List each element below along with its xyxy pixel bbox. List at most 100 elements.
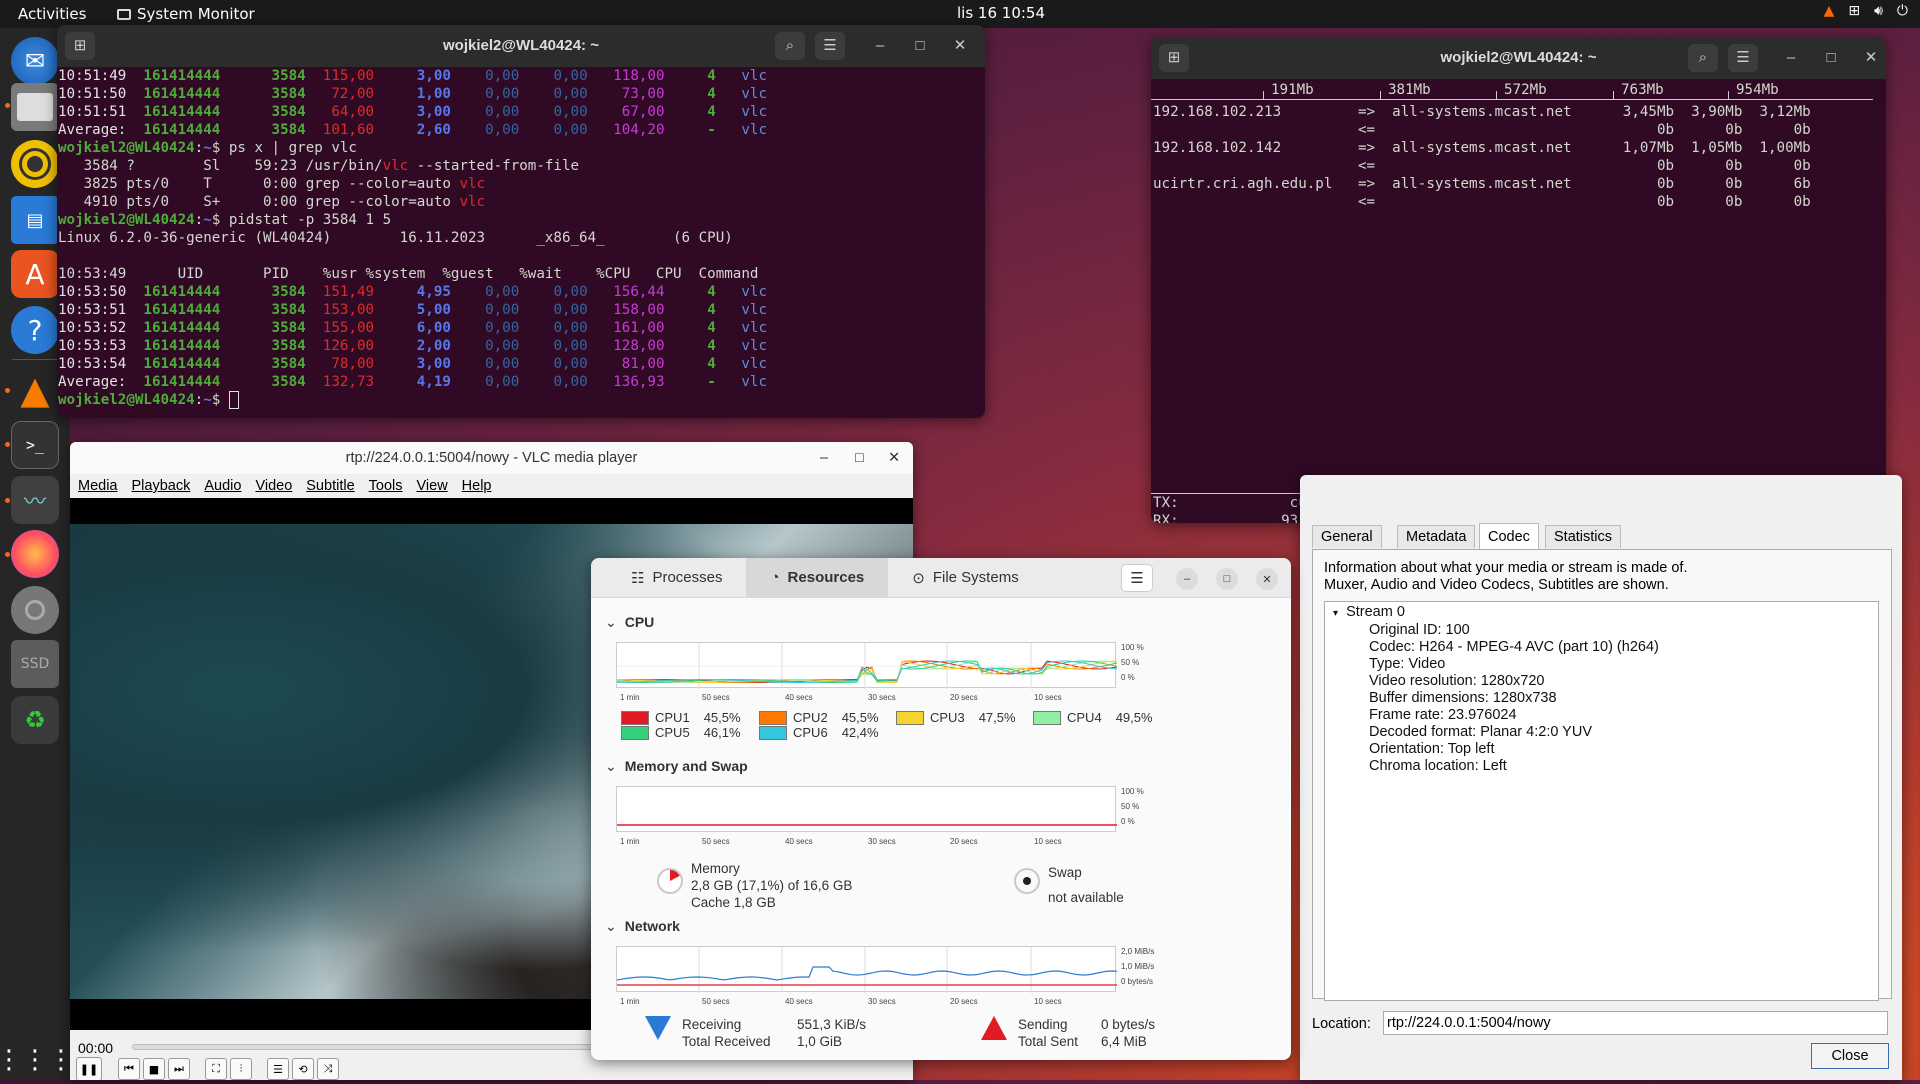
network-icon[interactable]: ⊞ [1848, 3, 1860, 19]
location-field[interactable] [1383, 1011, 1888, 1035]
minimize-button[interactable]: – [1176, 568, 1198, 590]
rhythmbox-icon[interactable] [11, 140, 59, 188]
cpu-legend-6[interactable]: CPU6 42,4% [759, 725, 879, 740]
cpu-legend-2[interactable]: CPU2 45,5% [759, 710, 879, 725]
close-button[interactable]: ✕ [888, 450, 900, 466]
menu-media[interactable]: Media [78, 478, 118, 494]
codec-property[interactable]: Orientation: Top left [1369, 741, 1878, 758]
media-information-dialog[interactable]: General Metadata Codec Statistics Informati… [1300, 475, 1902, 1080]
system-tray[interactable]: ▲ ⊞ 🔊︎ ⏻ [1824, 3, 1908, 19]
activities-button[interactable]: Activities [18, 5, 86, 23]
loop-button[interactable]: ⟲ [292, 1058, 314, 1080]
codec-tree[interactable]: ▾ Stream 0 Original ID: 100 Codec: H264 -… [1324, 601, 1879, 1001]
software-icon[interactable]: A [11, 250, 59, 298]
help-icon[interactable]: ? [11, 306, 59, 354]
codec-property[interactable]: Chroma location: Left [1369, 758, 1878, 775]
network-graph [616, 946, 1118, 993]
next-button[interactable]: ⏭ [168, 1058, 190, 1080]
close-button[interactable]: ✕ [1256, 568, 1278, 590]
cpu-legend-3[interactable]: CPU3 47,5% [896, 710, 1016, 725]
codec-property[interactable]: Buffer dimensions: 1280x738 [1369, 690, 1878, 707]
disk-icon[interactable] [11, 586, 59, 634]
vlc-menubar: Media Playback Audio Video Subtitle Tools View… [70, 474, 913, 498]
cpu-legend-1[interactable]: CPU1 45,5% [621, 710, 741, 725]
close-button[interactable]: ✕ [1856, 44, 1886, 72]
tab-codec[interactable]: Codec [1479, 523, 1539, 549]
volume-icon[interactable]: 🔊︎ [1874, 3, 1883, 19]
seek-bar[interactable] [132, 1044, 652, 1050]
menu-icon[interactable]: ☰ [815, 32, 845, 60]
network-rate-axis: 2,0 MiB/s 1,0 MiB/s 0 bytes/s [1121, 944, 1154, 989]
playlist-button[interactable]: ☰ [267, 1058, 289, 1080]
hamburger-menu-button[interactable]: ☰ [1121, 564, 1153, 592]
minimize-button[interactable]: – [820, 450, 828, 466]
maximize-button[interactable]: □ [1216, 568, 1238, 590]
minimize-button[interactable]: – [1776, 44, 1806, 72]
close-button[interactable]: Close [1811, 1043, 1889, 1069]
system-monitor-dock-icon[interactable]: 〰 [11, 476, 59, 524]
tab-general[interactable]: General [1312, 525, 1382, 548]
minimize-button[interactable]: – [865, 32, 895, 60]
pause-button[interactable]: ❚❚ [76, 1057, 102, 1080]
search-icon[interactable]: ⌕ [775, 32, 805, 60]
scale-tick: 191Mb [1271, 82, 1314, 98]
writer-icon[interactable]: ▤ [11, 196, 59, 244]
menu-subtitle[interactable]: Subtitle [306, 478, 354, 494]
tab-metadata[interactable]: Metadata [1397, 525, 1476, 548]
files-icon[interactable] [11, 83, 59, 131]
stream-label[interactable]: Stream 0 [1346, 604, 1405, 620]
vlc-icon[interactable]: ▲ [11, 366, 59, 414]
close-button[interactable]: ✕ [945, 32, 975, 60]
tab-resources[interactable]: ◔ Resources [746, 558, 889, 598]
tab-statistics[interactable]: Statistics [1545, 525, 1622, 548]
cpu-legend-4[interactable]: CPU4 49,5% [1033, 710, 1153, 725]
codec-property[interactable]: Frame rate: 23.976024 [1369, 707, 1878, 724]
menu-icon[interactable]: ☰ [1728, 44, 1758, 72]
menu-view[interactable]: View [417, 478, 448, 494]
vlc-tray-icon[interactable]: ▲ [1824, 3, 1835, 19]
trash-icon[interactable]: ♻ [11, 696, 59, 744]
tab-file-systems[interactable]: ⊙ File Systems [888, 558, 1042, 598]
stop-button[interactable]: ■ [143, 1058, 165, 1080]
terminal-output[interactable]: 10:51:49 161414444 3584 115,00 3,00 0,00… [57, 67, 985, 409]
menu-audio[interactable]: Audio [204, 478, 241, 494]
thunderbird-icon[interactable]: ✉ [11, 37, 59, 85]
expand-arrow-icon[interactable]: ▾ [1333, 608, 1338, 619]
menu-tools[interactable]: Tools [369, 478, 403, 494]
terminal-window-pidstat[interactable]: ⊞ wojkiel2@WL40424: ~ ⌕ ☰ – □ ✕ 10:51:49… [57, 25, 985, 418]
maximize-button[interactable]: □ [855, 450, 864, 466]
codec-property[interactable]: Decoded format: Planar 4:2:0 YUV [1369, 724, 1878, 741]
new-tab-icon[interactable]: ⊞ [1159, 44, 1189, 72]
codec-property[interactable]: Video resolution: 1280x720 [1369, 673, 1878, 690]
codec-property[interactable]: Type: Video [1369, 656, 1878, 673]
terminal-window-iftop[interactable]: ⊞ wojkiel2@WL40424: ~ ⌕ ☰ – □ ✕ 191Mb 381… [1151, 37, 1886, 523]
maximize-button[interactable]: □ [905, 32, 935, 60]
ssd-icon[interactable]: SSD [11, 640, 59, 688]
system-monitor-window[interactable]: ☷ Processes ◔ Resources ⊙ File Systems ☰ – … [591, 558, 1291, 1060]
terminal-icon[interactable]: >_ [11, 421, 59, 469]
menu-playback[interactable]: Playback [132, 478, 191, 494]
axis-tick: 1,0 MiB/s [1121, 962, 1155, 971]
menu-help[interactable]: Help [462, 478, 492, 494]
maximize-button[interactable]: □ [1816, 44, 1846, 72]
tab-processes[interactable]: ☷ Processes [591, 558, 746, 598]
previous-button[interactable]: ⏮ [118, 1058, 140, 1080]
memory-section-title[interactable]: Memory and Swap [605, 758, 748, 775]
clock[interactable]: lis 16 10:54 [957, 4, 1045, 22]
menu-video[interactable]: Video [255, 478, 292, 494]
fullscreen-button[interactable]: ⛶ [205, 1058, 227, 1080]
network-section-title[interactable]: Network [605, 918, 680, 935]
app-menu[interactable]: System Monitor [117, 5, 255, 23]
firefox-icon[interactable] [11, 530, 59, 578]
show-apps-icon[interactable]: ⋮⋮⋮ [0, 1036, 74, 1084]
shuffle-button[interactable]: ⤨ [317, 1058, 339, 1080]
cpu-legend-5[interactable]: CPU5 46,1% [621, 725, 741, 740]
cpu-section-title[interactable]: CPU [605, 614, 655, 631]
codec-property[interactable]: Codec: H264 - MPEG-4 AVC (part 10) (h264… [1369, 639, 1878, 656]
media-info-tabs[interactable]: General Metadata Codec Statistics [1312, 519, 1892, 549]
extended-settings-button[interactable]: ⫶ [230, 1058, 252, 1080]
search-icon[interactable]: ⌕ [1688, 44, 1718, 72]
new-tab-icon[interactable]: ⊞ [65, 32, 95, 60]
power-icon[interactable]: ⏻ [1897, 3, 1908, 19]
codec-property[interactable]: Original ID: 100 [1369, 622, 1878, 639]
